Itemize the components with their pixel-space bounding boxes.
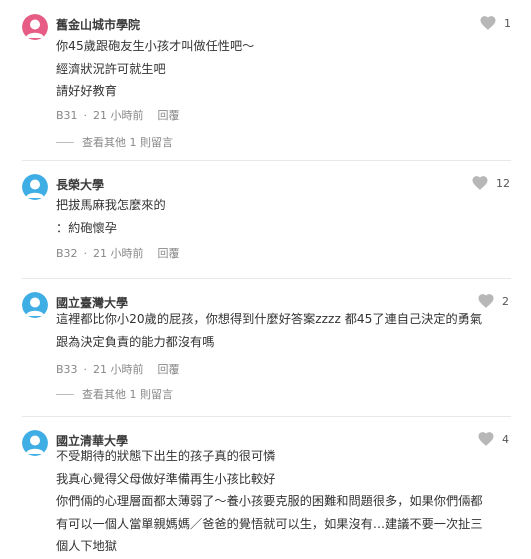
- comment-meta: B32 · 21 小時前 回覆: [56, 245, 180, 261]
- heart-icon: [480, 16, 496, 30]
- reply-button[interactable]: 回覆: [158, 245, 180, 261]
- comment-line: 有可以一個人當單親媽媽／爸爸的覺悟就可以生，如果沒有…建議不要一次扯三: [56, 516, 483, 531]
- separator-dot: ·: [83, 108, 88, 122]
- comment-text: 把拔馬麻我怎麼來的 ：約砲懷孕: [56, 194, 513, 239]
- separator-dot: ·: [83, 362, 88, 376]
- timestamp: 21 小時前: [93, 363, 144, 376]
- avatar[interactable]: [22, 292, 48, 318]
- divider: [22, 160, 511, 161]
- user-avatar-icon: [22, 174, 48, 200]
- dash-icon: [56, 141, 74, 143]
- divider: [22, 416, 511, 417]
- user-avatar-icon: [22, 430, 48, 456]
- comment-line: 你們倆的心理層面都太薄弱了～養小孩要克服的困難和問題很多，如果你們倆都: [56, 494, 483, 508]
- user-avatar-icon: [22, 14, 48, 40]
- comment-line: 跟為決定負責的能力都沒有嗎: [56, 334, 215, 349]
- school-name[interactable]: 舊金山城市學院: [56, 16, 140, 33]
- avatar[interactable]: [22, 174, 48, 200]
- timestamp: 21 小時前: [93, 109, 144, 122]
- view-more-label: 查看其他 1 則留言: [82, 388, 173, 401]
- timestamp: 21 小時前: [93, 247, 144, 260]
- like-count: 4: [502, 432, 509, 446]
- separator-dot: ·: [83, 246, 88, 260]
- heart-icon: [472, 176, 488, 190]
- comment-line: 經濟狀況許可就生吧: [56, 61, 166, 76]
- reply-button[interactable]: 回覆: [158, 107, 180, 123]
- floor-number: B31: [56, 108, 78, 122]
- school-name[interactable]: 長榮大學: [56, 176, 104, 193]
- like-count: 12: [496, 176, 510, 190]
- floor-number: B32: [56, 246, 78, 260]
- comment-line: 我真心覺得父母做好準備再生小孩比較好: [56, 471, 276, 486]
- comment-meta: B33 · 21 小時前 回覆: [56, 361, 180, 377]
- comment-line: 你45歲跟砲友生小孩才叫做任性吧～: [56, 39, 255, 53]
- view-more-label: 查看其他 1 則留言: [82, 136, 173, 149]
- avatar[interactable]: [22, 430, 48, 456]
- like-count: 1: [504, 16, 511, 30]
- floor-number: B33: [56, 362, 78, 376]
- comment-text: 不受期待的狀態下出生的孩子真的很可憐 我真心覺得父母做好準備再生小孩比較好 你們…: [56, 445, 513, 558]
- comment-text: 這裡都比你小20歲的屁孩，你想得到什麼好答案zzzz 都45了連自己決定的勇氣 …: [56, 308, 513, 353]
- comment-line: ：約砲懷孕: [56, 220, 117, 235]
- comment-line: 請好好教育: [56, 84, 117, 98]
- view-more-replies[interactable]: 查看其他 1 則留言: [56, 134, 173, 150]
- like-count: 2: [502, 294, 509, 308]
- user-avatar-icon: [22, 292, 48, 318]
- avatar[interactable]: [22, 14, 48, 40]
- comment-line: 這裡都比你小20歲的屁孩，你想得到什麼好答案zzzz 都45了連自己決定的勇氣: [56, 312, 483, 326]
- comment-text: 你45歲跟砲友生小孩才叫做任性吧～ 經濟狀況許可就生吧 請好好教育: [56, 35, 513, 103]
- comment-line: 不受期待的狀態下出生的孩子真的很可憐: [56, 449, 276, 463]
- like-button[interactable]: 1: [479, 14, 511, 32]
- like-button[interactable]: 12: [471, 174, 510, 192]
- comment-line: 把拔馬麻我怎麼來的: [56, 198, 166, 212]
- comment-meta: B31 · 21 小時前 回覆: [56, 107, 180, 123]
- dash-icon: [56, 393, 74, 395]
- view-more-replies[interactable]: 查看其他 1 則留言: [56, 386, 173, 402]
- reply-button[interactable]: 回覆: [158, 361, 180, 377]
- comment-line: 個人下地獄: [56, 539, 117, 553]
- divider: [22, 278, 511, 279]
